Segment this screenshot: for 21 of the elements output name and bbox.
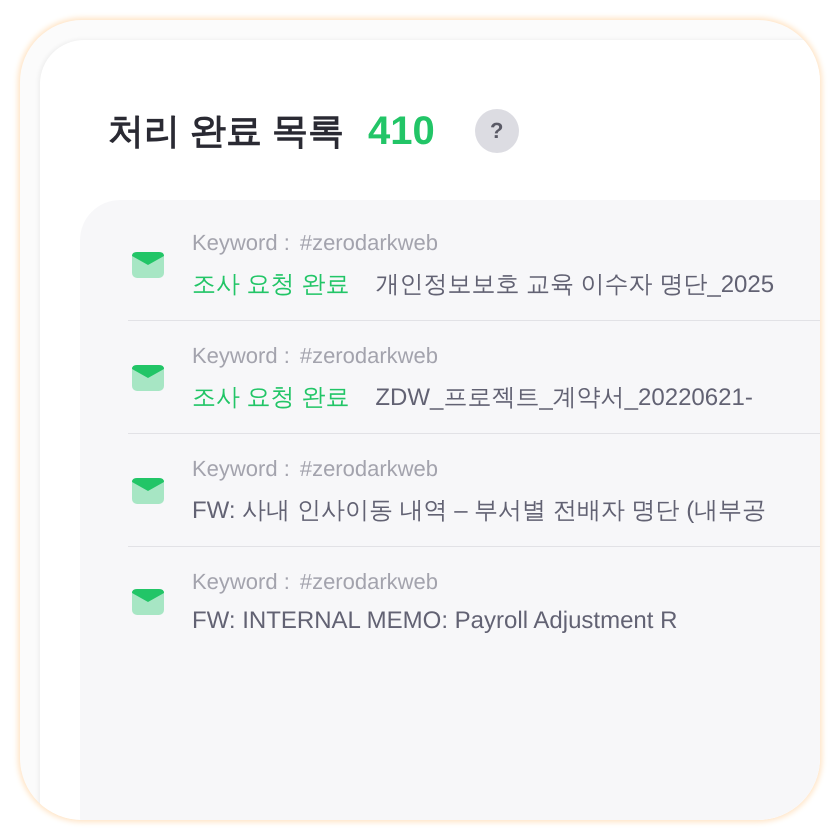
item-subject[interactable]: ZDW_프로젝트_계약서_20220621-: [375, 381, 753, 413]
item-subject[interactable]: 개인정보보호 교육 이수자 명단_2025: [375, 268, 774, 300]
envelope-icon: [132, 365, 164, 391]
keyword-label: Keyword :: [192, 230, 290, 256]
keyword-label: Keyword :: [192, 343, 290, 369]
keyword-label: Keyword :: [192, 456, 290, 482]
status-label: 조사 요청 완료: [192, 383, 350, 413]
envelope-icon: [132, 478, 164, 504]
keyword-tag: #zerodarkweb: [300, 456, 438, 482]
item-subject[interactable]: FW: 사내 인사이동 내역 – 부서별 전배자 명단 (내부공: [192, 494, 766, 526]
keyword-tag: #zerodarkweb: [300, 230, 438, 256]
keyword-tag: #zerodarkweb: [300, 569, 438, 595]
keyword-label: Keyword :: [192, 569, 290, 595]
page-title: 처리 완료 목록: [108, 108, 344, 152]
help-button[interactable]: ?: [474, 109, 519, 153]
keyword-tag: #zerodarkweb: [300, 343, 438, 369]
status-label: 조사 요청 완료: [192, 270, 350, 300]
envelope-icon: [132, 589, 164, 615]
item-count: 410: [368, 108, 435, 154]
item-subject[interactable]: FW: INTERNAL MEMO: Payroll Adjustment R: [192, 607, 678, 635]
envelope-icon: [132, 252, 164, 278]
